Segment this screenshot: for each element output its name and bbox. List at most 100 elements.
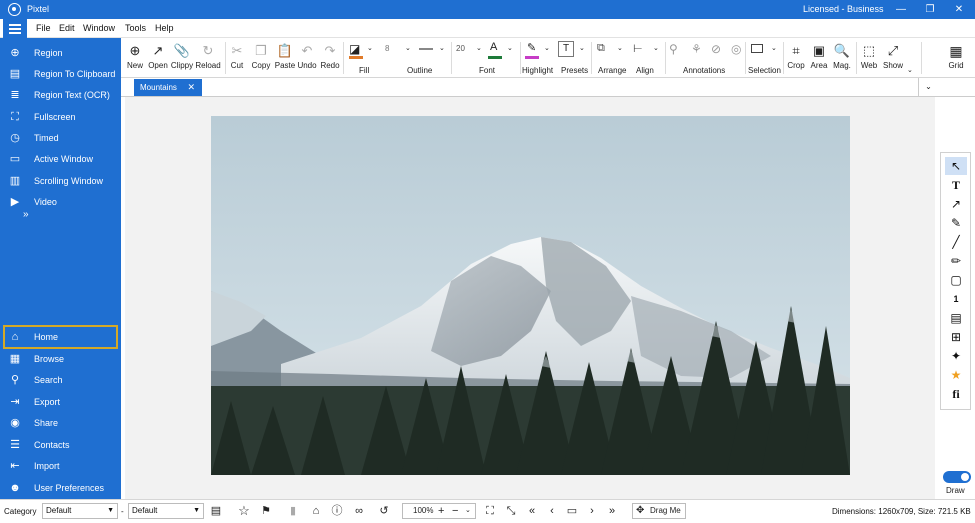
outline-style-dropdown[interactable]: ⌄ [417,42,447,58]
web-button[interactable]: ⬚ Web [858,38,880,78]
sidebar-item-region-text-ocr[interactable]: ≣ Region Text (OCR) [0,85,121,106]
menu-edit[interactable]: Edit [59,23,75,33]
counter-tool-icon[interactable]: 1 [945,290,967,308]
pen-tool-icon[interactable]: ✎ [945,214,967,232]
first-page-icon[interactable]: « [525,504,539,518]
history-icon[interactable]: ↺ [377,504,391,518]
tab-list-dropdown[interactable]: ⌄ [918,78,938,96]
arrange-dropdown[interactable]: ⧉ ⌄ [595,42,627,58]
menu-window[interactable]: Window [83,23,115,33]
draw-toggle[interactable] [943,471,971,483]
drag-me-button[interactable]: ✥ Drag Me [632,503,686,519]
zoom-control[interactable]: 100% + − ⌄ [402,503,476,519]
tab-close-icon[interactable]: ✕ [187,79,195,96]
minimize-button[interactable]: — [891,2,911,17]
sidebar-item-contacts[interactable]: ☰ Contacts [0,435,121,456]
zoom-in-icon[interactable]: + [438,504,444,518]
status-dash: - [121,507,124,516]
sidebar-item-timed[interactable]: ◷ Timed [0,128,121,149]
category-select[interactable]: Default ▼ [42,503,118,519]
selection-dropdown[interactable]: ⌄ [749,42,781,58]
tag-icon[interactable]: ⌂ [309,504,323,518]
sidebar-item-share[interactable]: ◉ Share [0,413,121,434]
fill-dropdown[interactable]: ◪ ⌄ [347,42,377,60]
ribbon-divider [665,42,666,74]
font-color-dropdown[interactable]: A ⌄ [487,41,517,60]
next-page-icon[interactable]: › [585,504,599,518]
fx-tool-icon[interactable]: fi [945,385,967,403]
bookmark-icon[interactable]: ▮ [286,504,300,518]
redo-button[interactable]: ↷ Redo [319,38,341,78]
align-dropdown[interactable]: ⊢ ⌄ [631,42,663,58]
sidebar-item-browse[interactable]: ▦ Browse [0,349,121,370]
line-tool-icon[interactable]: ╱ [945,233,967,251]
window-view-icon[interactable]: ▭ [565,504,579,518]
copy-button[interactable]: ❐ Copy [249,38,273,78]
star-icon[interactable]: ☆ [237,504,251,518]
chevron-down-icon[interactable]: ⌄ [465,504,471,518]
spray-annotation-icon[interactable]: ⚘ [691,42,702,56]
sidebar-item-scrolling-window[interactable]: ▥ Scrolling Window [0,171,121,192]
ribbon-overflow-icon[interactable]: ⌄ [907,66,913,74]
clippy-button[interactable]: 📎 Clippy [169,38,195,78]
zoom-out-icon[interactable]: − [452,504,458,518]
shape-tool-icon[interactable]: ▢ [945,271,967,289]
pin-annotation-icon[interactable]: ⚲ [669,42,678,56]
secondary-select[interactable]: Default ▼ [128,503,204,519]
crop-button[interactable]: ⌗ Crop [785,38,807,78]
info-icon[interactable]: ⓘ [330,504,344,518]
notes-icon[interactable]: ▤ [209,504,223,518]
arrow-tool-icon[interactable]: ↗ [945,195,967,213]
blur-annotation-icon[interactable]: ◎ [731,42,741,56]
menu-file[interactable]: File [36,23,51,33]
sidebar-item-user-preferences[interactable]: ☻ User Preferences [0,478,121,499]
tab-mountains[interactable]: Mountains ✕ [134,79,202,96]
reload-button[interactable]: ↻ Reload [195,38,221,78]
sidebar-item-fullscreen[interactable]: ⛶ Fullscreen [0,107,121,128]
menu-help[interactable]: Help [155,23,174,33]
sidebar-item-import[interactable]: ⇤ Import [0,456,121,477]
open-button[interactable]: ↗ Open [146,38,170,78]
grid-button[interactable]: ▦ Grid [944,38,968,78]
previous-page-icon[interactable]: ‹ [545,504,559,518]
title-bar: Pixtel Licensed - Business — ❐ ✕ [0,0,975,19]
last-page-icon[interactable]: » [605,504,619,518]
outline-width-dropdown[interactable]: 8 ⌄ [383,42,413,58]
flag-icon[interactable]: ⚑ [259,504,273,518]
sidebar-item-home[interactable]: ⌂ Home [3,325,118,349]
stamp-tool-icon[interactable]: ⊞ [945,328,967,346]
fit-screen-icon[interactable]: ⛶ [483,504,497,518]
sidebar-more-button[interactable]: » [0,208,121,222]
sidebar-item-export[interactable]: ⇥ Export [0,392,121,413]
link-icon[interactable]: ∞ [352,504,366,518]
sidebar-item-active-window[interactable]: ▭ Active Window [0,149,121,170]
area-button[interactable]: ▣ Area [808,38,830,78]
close-button[interactable]: ✕ [949,2,969,17]
highlight-dropdown[interactable]: ✎ ⌄ [524,42,554,60]
cut-button[interactable]: ✂ Cut [227,38,247,78]
presets-dropdown[interactable]: T ⌄ [558,41,590,61]
text-tool-icon[interactable]: T [945,176,967,194]
undo-button[interactable]: ↶ Undo [296,38,318,78]
pointer-icon[interactable]: ↖ [945,157,967,175]
sidebar-item-region-to-clipboard[interactable]: ▤ Region To Clipboard [0,64,121,85]
show-button[interactable]: ⤢ Show [881,38,905,78]
new-button[interactable]: ⊕ New [123,38,147,78]
mountain-photo[interactable] [211,116,850,475]
sparkle-tool-icon[interactable]: ✦ [945,347,967,365]
actual-size-icon[interactable]: ⤡ [504,504,518,518]
eraser-annotation-icon[interactable]: ⊘ [711,42,721,56]
export-icon: ⇥ [10,396,20,408]
hamburger-menu-icon[interactable] [3,19,27,38]
marker-tool-icon[interactable]: ✏ [945,252,967,270]
sidebar-item-search[interactable]: ⚲ Search [0,370,121,391]
paste-button[interactable]: 📋 Paste [273,38,297,78]
star-tool-icon[interactable]: ★ [945,366,967,384]
maximize-button[interactable]: ❐ [920,2,940,17]
magnifier-button[interactable]: 🔍 Mag. [831,38,853,78]
font-size-dropdown[interactable]: 20 ⌄ [454,42,486,58]
sidebar-item-region[interactable]: ⊕ Region [0,43,121,64]
note-tool-icon[interactable]: ▤ [945,309,967,327]
menu-tools[interactable]: Tools [125,23,146,33]
clippy-label: Clippy [170,61,194,70]
